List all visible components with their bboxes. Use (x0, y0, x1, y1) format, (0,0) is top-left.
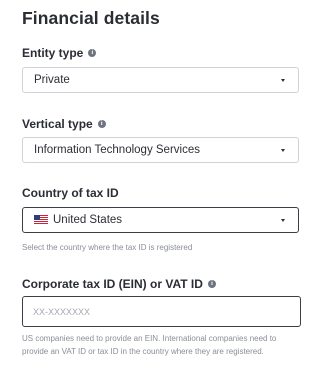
caret-down-icon (281, 149, 285, 152)
tax-country-label-row: Country of tax ID (22, 186, 119, 200)
vertical-type-select[interactable]: Information Technology Services (22, 137, 299, 163)
info-icon[interactable]: i (88, 49, 97, 57)
info-icon[interactable]: i (97, 120, 106, 128)
page-title: Financial details (22, 8, 160, 28)
entity-type-label-row: Entity type i (22, 46, 97, 60)
us-flag-icon (34, 214, 48, 224)
entity-type-value: Private (34, 74, 70, 86)
tax-country-help-text: Select the country where the tax ID is r… (22, 243, 193, 252)
caret-down-icon (281, 219, 285, 222)
entity-type-label: Entity type (22, 46, 84, 60)
info-icon[interactable]: i (207, 280, 216, 288)
tax-country-select[interactable]: United States (22, 207, 299, 233)
tax-id-help-text: US companies need to provide an EIN. Int… (22, 334, 277, 356)
caret-down-icon (281, 79, 285, 82)
tax-id-label-row: Corporate tax ID (EIN) or VAT ID i (22, 277, 216, 291)
tax-id-input[interactable] (33, 306, 300, 317)
vertical-type-label-row: Vertical type i (22, 117, 106, 131)
tax-id-input-box[interactable] (22, 296, 301, 327)
vertical-type-value: Information Technology Services (34, 144, 200, 156)
entity-type-select[interactable]: Private (22, 67, 299, 93)
financial-details-form: Financial details Entity type i Private … (0, 0, 320, 375)
vertical-type-label: Vertical type (22, 117, 93, 131)
tax-country-value: United States (53, 214, 123, 226)
tax-country-label: Country of tax ID (22, 186, 119, 200)
tax-id-label: Corporate tax ID (EIN) or VAT ID (22, 277, 203, 291)
